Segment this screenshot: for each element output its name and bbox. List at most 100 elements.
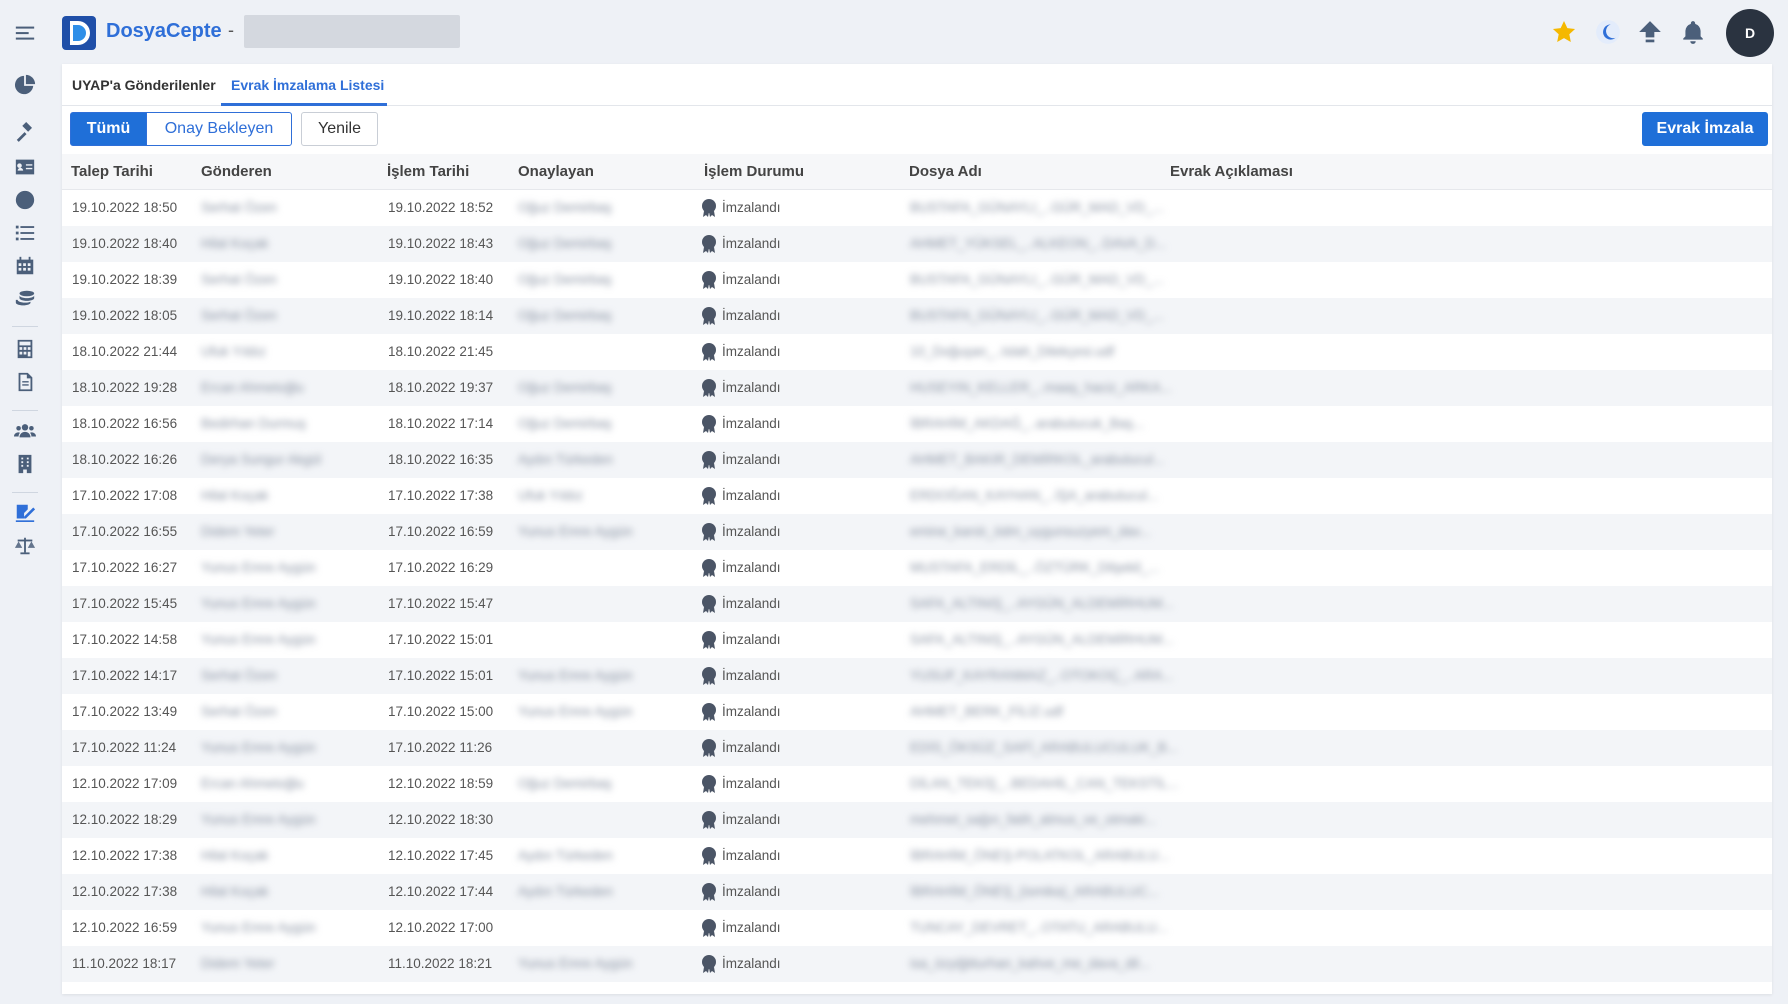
- building-icon[interactable]: [12, 451, 38, 477]
- cell-status: İmzalandı: [722, 560, 781, 575]
- cell-request-date: 12.10.2022 17:09: [72, 776, 178, 791]
- cell-request-date: 19.10.2022 18:50: [72, 200, 178, 215]
- cell-status: İmzalandı: [722, 524, 781, 539]
- cell-process-date: 17.10.2022 15:47: [388, 596, 494, 611]
- coins-icon[interactable]: [12, 286, 38, 312]
- cell-file-name: EDİS_ÖKSÜZ_SAFİ_ARABULUCULUK_B...: [910, 740, 1178, 755]
- table-row[interactable]: 17.10.2022 14:17 Serhat Özen 17.10.2022 15…: [62, 658, 1772, 694]
- table-row[interactable]: 18.10.2022 16:26 Derya Sungur Akgül 18.10.…: [62, 442, 1772, 478]
- column-process-status[interactable]: İşlem Durumu: [704, 163, 804, 180]
- column-file-name[interactable]: Dosya Adı: [909, 163, 982, 180]
- filter-pending-button[interactable]: Onay Bekleyen: [146, 112, 292, 146]
- user-avatar[interactable]: D: [1726, 9, 1774, 57]
- column-process-date[interactable]: İşlem Tarihi: [387, 163, 469, 180]
- cell-request-date: 18.10.2022 21:44: [72, 344, 178, 359]
- filter-all-button[interactable]: Tümü: [70, 112, 147, 146]
- cell-request-date: 19.10.2022 18:05: [72, 308, 178, 323]
- table-row[interactable]: 17.10.2022 14:58 Yunus Emre Aygün 17.10.20…: [62, 622, 1772, 658]
- cell-status: İmzalandı: [722, 848, 781, 863]
- cell-request-date: 12.10.2022 16:59: [72, 920, 178, 935]
- clock-icon[interactable]: [12, 187, 38, 213]
- cell-request-date: 12.10.2022 17:38: [72, 848, 178, 863]
- cell-status: İmzalandı: [722, 452, 781, 467]
- table-row[interactable]: 19.10.2022 18:50 Serhat Özen 19.10.2022 18…: [62, 190, 1772, 226]
- dosyacepte-logo-icon[interactable]: [60, 14, 98, 52]
- cell-request-date: 17.10.2022 14:17: [72, 668, 178, 683]
- signature-icon[interactable]: [12, 500, 38, 526]
- table-row[interactable]: 12.10.2022 17:09 Ercan Ahmetoğlu 12.10.202…: [62, 766, 1772, 802]
- refresh-button[interactable]: Yenile: [301, 112, 378, 146]
- cell-file-name: HUSEYIN_KELLER_..maaş_haciz_ARKA...: [910, 380, 1172, 395]
- table-row[interactable]: 17.10.2022 15:45 Yunus Emre Aygün 17.10.20…: [62, 586, 1772, 622]
- cell-approver: Yunus Emre Aygün: [518, 704, 633, 719]
- cell-status: İmzalandı: [722, 200, 781, 215]
- cell-file-name: BUSTAFA_GÜNAYLI_..GÜR_MAD_VD_...: [910, 272, 1164, 287]
- cell-approver: Oğuz Demirbaş: [518, 272, 612, 287]
- table-row[interactable]: 19.10.2022 18:05 Serhat Özen 19.10.2022 18…: [62, 298, 1772, 334]
- cell-sender: Yunus Emre Aygün: [201, 560, 316, 575]
- table-header: Talep Tarihi Gönderen İşlem Tarihi Onayl…: [62, 154, 1772, 190]
- table-row[interactable]: 11.10.2022 18:17 Didem Yeter 11.10.2022 18…: [62, 946, 1772, 982]
- cell-process-date: 12.10.2022 17:45: [388, 848, 494, 863]
- calculator-icon[interactable]: [12, 336, 38, 362]
- table-row[interactable]: 17.10.2022 17:08 Hilal Koçak 17.10.2022 17…: [62, 478, 1772, 514]
- table-row[interactable]: 12.10.2022 17:38 Hilal Koçak 12.10.2022 17…: [62, 838, 1772, 874]
- signed-badge-icon: [700, 882, 718, 902]
- table-row[interactable]: 12.10.2022 18:29 Yunus Emre Aygün 12.10.20…: [62, 802, 1772, 838]
- cell-status: İmzalandı: [722, 776, 781, 791]
- cell-file-name: AHMET_YÜKSEL_..ALKEON_..DAVA_D...: [910, 236, 1167, 251]
- cell-sender: Bedirhan Durmuş: [201, 416, 307, 431]
- bell-notification-icon[interactable]: [1677, 16, 1709, 48]
- table-row[interactable]: 12.10.2022 16:59 Yunus Emre Aygün 12.10.20…: [62, 910, 1772, 946]
- cell-process-date: 12.10.2022 18:59: [388, 776, 494, 791]
- signed-badge-icon: [700, 774, 718, 794]
- table-row[interactable]: 17.10.2022 13:49 Serhat Özen 17.10.2022 15…: [62, 694, 1772, 730]
- signed-badge-icon: [700, 378, 718, 398]
- pie-chart-icon[interactable]: [12, 72, 38, 98]
- table-row[interactable]: 12.10.2022 17:38 Hilal Koçak 12.10.2022 17…: [62, 874, 1772, 910]
- users-group-icon[interactable]: [12, 418, 38, 444]
- table-row[interactable]: 17.10.2022 16:55 Didem Yeter 17.10.2022 16…: [62, 514, 1772, 550]
- upload-arrow-icon[interactable]: [1634, 16, 1666, 48]
- cell-sender: Yunus Emre Aygün: [201, 596, 316, 611]
- contact-card-icon[interactable]: [12, 154, 38, 180]
- column-approver[interactable]: Onaylayan: [518, 163, 594, 180]
- cell-approver: Oğuz Demirbaş: [518, 776, 612, 791]
- cell-sender: Didem Yeter: [201, 956, 275, 971]
- tab-uyap-sent[interactable]: UYAP'a Gönderilenler: [72, 77, 216, 93]
- sign-document-button[interactable]: Evrak İmzala: [1642, 112, 1768, 146]
- cell-file-name: 10_Doğuşan_..Islah_Dilekçesi.udf: [910, 344, 1115, 359]
- cell-file-name: DİLAN_TEKİŞ_..BEDAHİL_CAN_TEKSTİL...: [910, 776, 1179, 791]
- table-row[interactable]: 17.10.2022 16:27 Yunus Emre Aygün 17.10.20…: [62, 550, 1772, 586]
- column-document-description[interactable]: Evrak Açıklaması: [1170, 163, 1293, 180]
- gavel-icon[interactable]: [12, 120, 38, 146]
- table-row[interactable]: 19.10.2022 18:40 Hilal Koçak 19.10.2022 18…: [62, 226, 1772, 262]
- cell-sender: Serhat Özen: [201, 272, 277, 287]
- cell-approver: Oğuz Demirbaş: [518, 308, 612, 323]
- tab-signing-list[interactable]: Evrak İmzalama Listesi: [231, 77, 384, 93]
- table-row[interactable]: 17.10.2022 11:24 Yunus Emre Aygün 17.10.20…: [62, 730, 1772, 766]
- task-list-icon[interactable]: [12, 220, 38, 246]
- cell-process-date: 17.10.2022 11:26: [388, 740, 493, 755]
- table-row[interactable]: 18.10.2022 19:28 Ercan Ahmetoğlu 18.10.202…: [62, 370, 1772, 406]
- table-row[interactable]: 18.10.2022 21:44 Ufuk Yıldız 18.10.2022 21…: [62, 334, 1772, 370]
- brand-name[interactable]: DosyaCepte: [106, 20, 222, 43]
- cell-status: İmzalandı: [722, 380, 781, 395]
- scales-icon[interactable]: [12, 533, 38, 559]
- active-tab-indicator: [221, 103, 387, 106]
- calendar-icon[interactable]: [12, 253, 38, 279]
- column-request-date[interactable]: Talep Tarihi: [71, 163, 153, 180]
- document-icon[interactable]: [12, 369, 38, 395]
- dark-mode-moon-icon[interactable]: [1592, 16, 1624, 48]
- hamburger-menu-icon[interactable]: [12, 20, 38, 46]
- cell-approver: Oğuz Demirbaş: [518, 200, 612, 215]
- signed-badge-icon: [700, 558, 718, 578]
- cell-file-name: SAFA_ALTINIŞ_..AYGÜN_ALDEMİRHUM...: [910, 632, 1174, 647]
- star-icon[interactable]: [1548, 16, 1580, 48]
- cell-approver: Yunus Emre Aygün: [518, 956, 633, 971]
- table-row[interactable]: 19.10.2022 18:39 Serhat Özen 19.10.2022 18…: [62, 262, 1772, 298]
- cell-sender: Hilal Koçak: [201, 848, 269, 863]
- signed-badge-icon: [700, 414, 718, 434]
- column-sender[interactable]: Gönderen: [201, 163, 272, 180]
- table-row[interactable]: 18.10.2022 16:56 Bedirhan Durmuş 18.10.202…: [62, 406, 1772, 442]
